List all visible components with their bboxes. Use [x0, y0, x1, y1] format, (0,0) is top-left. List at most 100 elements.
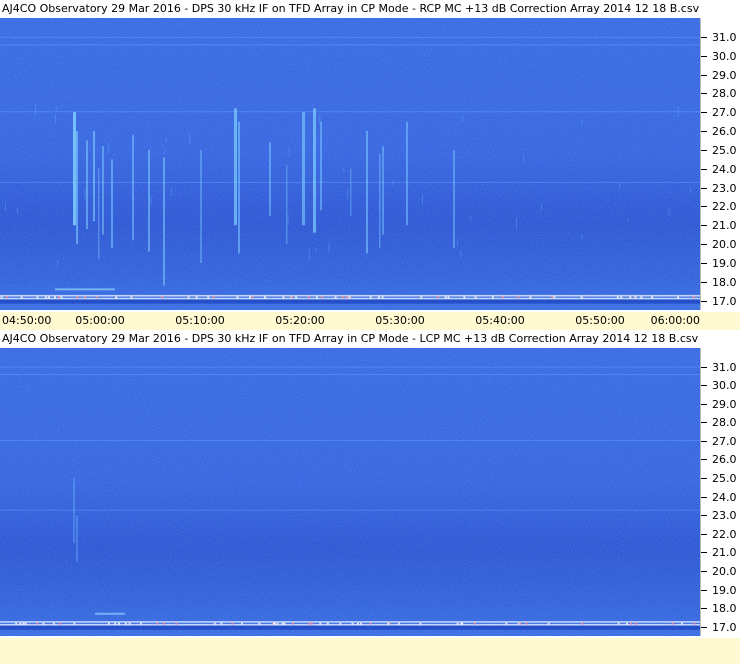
rfi-speckle: [248, 296, 251, 299]
rcp-spectrogram-plot: [0, 18, 700, 310]
rfi-speckle: [635, 622, 638, 625]
time-tick-label: 05:30:00: [375, 314, 425, 327]
rfi-speckle: [295, 296, 298, 299]
interference-line: [0, 44, 700, 46]
rfi-speckle: [236, 296, 239, 299]
rfi-speckle: [651, 296, 654, 299]
rfi-speckle: [491, 296, 494, 299]
interference-line: [0, 366, 700, 368]
rfi-speckle: [118, 622, 121, 625]
frequency-tick-label: 23.0: [712, 509, 737, 523]
rfi-speckle: [307, 296, 310, 299]
rfi-speckle: [36, 296, 39, 299]
frequency-tick-label: 28.0: [712, 416, 737, 430]
rfi-speckle: [377, 296, 380, 299]
frequency-tick-label: 30.0: [712, 49, 737, 63]
burst-fleck: [55, 105, 57, 112]
burst-fleck: [462, 115, 464, 122]
burst-streak: [93, 131, 95, 222]
rfi-speckle: [19, 622, 22, 625]
frequency-tick-label: 18.0: [712, 602, 737, 616]
rcp-title: AJ4CO Observatory 29 Mar 2016 - DPS 30 k…: [0, 0, 702, 18]
burst-fleck: [456, 239, 458, 246]
frequency-tick-label: 19.0: [712, 256, 737, 270]
frequency-tick-label: 29.0: [712, 397, 737, 411]
rfi-speckle: [58, 296, 61, 299]
rfi-speckle: [447, 296, 450, 299]
rfi-speckle: [580, 296, 583, 299]
frequency-tick-label: 26.0: [712, 125, 737, 139]
burst-fleck: [315, 247, 317, 252]
low-band-streak: [55, 288, 115, 291]
burst-streak: [313, 108, 316, 233]
burst-fleck: [581, 234, 583, 239]
burst-streak: [382, 146, 384, 235]
frequency-tick-label: 23.0: [712, 181, 737, 195]
time-tick-label: 05:10:00: [175, 314, 225, 327]
rfi-speckle: [76, 296, 79, 299]
rfi-speckle: [161, 296, 164, 299]
rfi-speckle: [124, 622, 127, 625]
rfi-speckle: [381, 296, 384, 299]
rfi-speckle: [676, 296, 679, 299]
burst-fleck: [347, 188, 349, 200]
rfi-speckle: [42, 622, 45, 625]
rfi-speckle: [525, 622, 528, 625]
burst-streak: [76, 515, 78, 562]
interference-line: [0, 621, 700, 623]
rfi-speckle: [581, 622, 584, 625]
rfi-speckle: [553, 296, 556, 299]
rfi-speckle: [47, 296, 50, 299]
burst-fleck: [618, 183, 620, 189]
burst-fleck: [540, 203, 542, 211]
burst-fleck: [677, 105, 679, 117]
burst-streak: [366, 131, 368, 254]
burst-fleck: [57, 259, 59, 268]
rfi-speckle: [22, 622, 25, 625]
rfi-speckle: [258, 622, 261, 625]
rfi-speckle: [231, 622, 234, 625]
rfi-speckle: [319, 622, 322, 625]
rfi-speckle: [282, 296, 285, 299]
rfi-speckle: [519, 622, 522, 625]
burst-streak: [200, 149, 202, 263]
lcp-spectrogram: [0, 348, 700, 636]
rfi-speckle: [156, 622, 159, 625]
rfi-speckle: [52, 622, 55, 625]
rfi-speckle: [616, 296, 619, 299]
low-band-streak: [95, 612, 125, 615]
interference-line: [0, 374, 700, 376]
interference-line: [0, 623, 700, 626]
rfi-speckle: [162, 622, 165, 625]
rfi-speckle: [15, 622, 18, 625]
interference-line: [0, 111, 700, 113]
burst-fleck: [689, 187, 691, 194]
burst-fleck: [315, 188, 317, 195]
burst-streak: [286, 164, 288, 245]
rfi-speckle: [625, 622, 628, 625]
rfi-speckle: [360, 622, 363, 625]
burst-streak: [234, 108, 237, 226]
rfi-speckle: [290, 296, 293, 299]
bottom-axis-line: [0, 636, 740, 638]
rfi-speckle: [473, 622, 476, 625]
rfi-speckle: [387, 622, 390, 625]
rfi-speckle: [320, 296, 323, 299]
burst-streak: [76, 131, 78, 245]
burst-fleck: [516, 217, 518, 230]
frequency-tick-label: 31.0: [712, 30, 737, 44]
rfi-speckle: [107, 622, 110, 625]
frequency-tick-label: 17.0: [712, 620, 737, 634]
rfi-speckle: [5, 296, 8, 299]
rcp-spectrogram: [0, 18, 700, 310]
burst-streak: [238, 121, 240, 254]
rfi-speckle: [693, 622, 696, 625]
burst-streak: [132, 134, 134, 241]
burst-fleck: [343, 167, 345, 173]
burst-streak: [320, 121, 322, 211]
burst-fleck: [170, 187, 172, 196]
rfi-speckle: [0, 296, 3, 299]
frequency-tick-label: 27.0: [712, 106, 737, 120]
burst-fleck: [4, 201, 6, 211]
burst-fleck: [84, 187, 86, 200]
